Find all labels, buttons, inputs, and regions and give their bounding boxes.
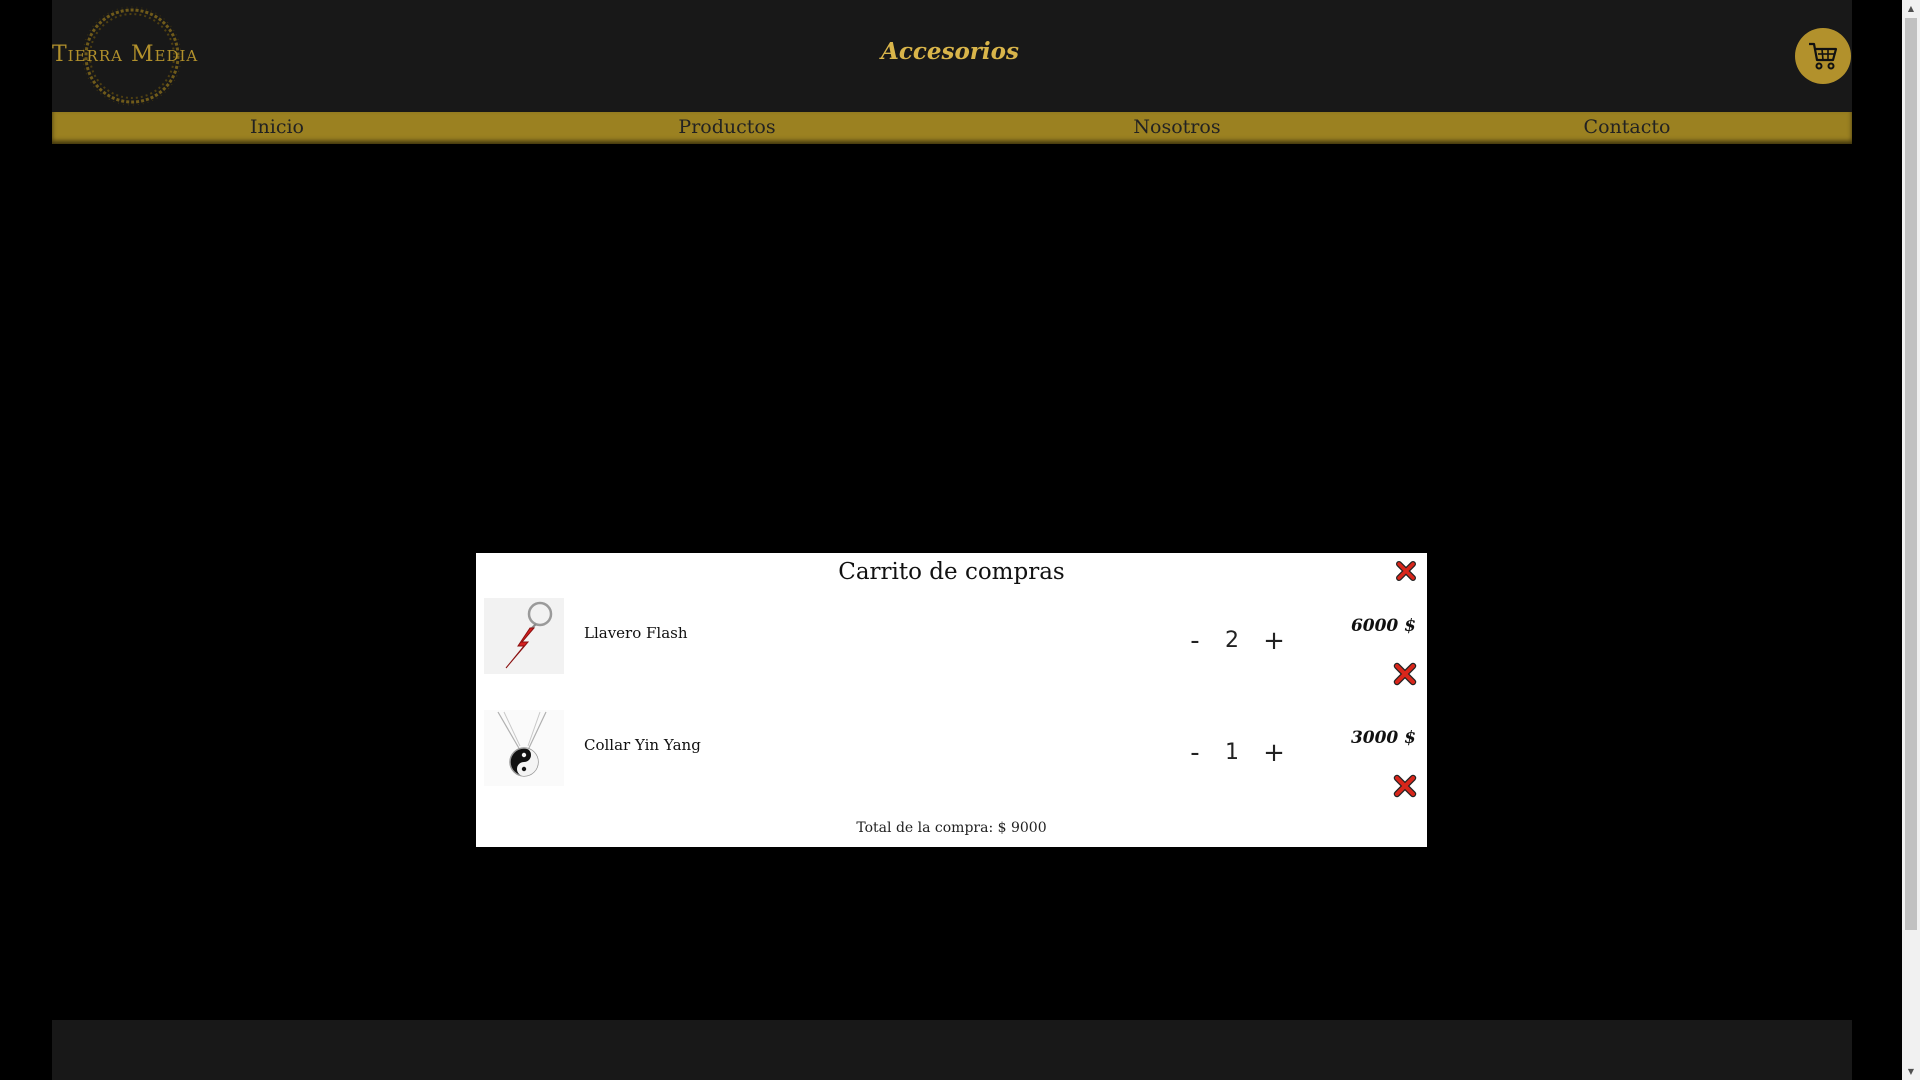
item-price: 3000 $ — [1350, 728, 1416, 748]
cart-item: Llavero Flash - 2 + 6000 $ — [476, 598, 1427, 708]
nav-item-contacto[interactable]: Contacto — [1402, 112, 1852, 144]
cart-button[interactable] — [1795, 28, 1851, 84]
item-name: Collar Yin Yang — [584, 736, 701, 754]
close-button[interactable] — [1396, 561, 1416, 581]
main-nav: Inicio Productos Nosotros Contacto — [52, 112, 1852, 144]
item-name: Llavero Flash — [584, 624, 688, 642]
quantity-value: 1 — [1225, 740, 1239, 765]
keychain-lightning-image — [484, 598, 564, 674]
increase-quantity-button[interactable]: + — [1262, 740, 1286, 770]
scroll-down-icon[interactable]: ▼ — [1902, 1063, 1920, 1080]
close-icon — [1396, 561, 1416, 581]
remove-icon — [1393, 662, 1417, 686]
footer — [52, 1020, 1852, 1080]
quantity-value: 2 — [1225, 628, 1239, 653]
page: Tierra Media Accesorios Inicio Productos… — [52, 0, 1852, 1080]
cart-icon — [1809, 42, 1838, 70]
scrollbar-thumb[interactable] — [1905, 18, 1917, 930]
nav-item-inicio[interactable]: Inicio — [52, 112, 502, 144]
remove-item-button[interactable] — [1393, 662, 1417, 686]
nav-item-productos[interactable]: Productos — [502, 112, 952, 144]
item-price: 6000 $ — [1350, 616, 1416, 636]
page-title: Accesorios — [881, 38, 1019, 65]
cart-total: Total de la compra: $ 9000 — [856, 820, 1047, 836]
scroll-up-icon[interactable]: ▲ — [1902, 0, 1920, 17]
remove-icon — [1393, 774, 1417, 798]
nav-item-nosotros[interactable]: Nosotros — [952, 112, 1402, 144]
cart-modal: Carrito de compras Llavero Flash - 2 + 6… — [476, 553, 1427, 847]
scrollbar[interactable]: ▲ ▼ — [1902, 0, 1920, 1080]
header: Tierra Media Accesorios — [52, 0, 1852, 112]
cart-item: Collar Yin Yang - 1 + 3000 $ — [476, 710, 1427, 820]
increase-quantity-button[interactable]: + — [1262, 628, 1286, 658]
cart-modal-title: Carrito de compras — [838, 559, 1065, 585]
yin-yang-necklace-image — [484, 710, 564, 786]
decrease-quantity-button[interactable]: - — [1183, 628, 1207, 658]
decrease-quantity-button[interactable]: - — [1183, 740, 1207, 770]
remove-item-button[interactable] — [1393, 774, 1417, 798]
